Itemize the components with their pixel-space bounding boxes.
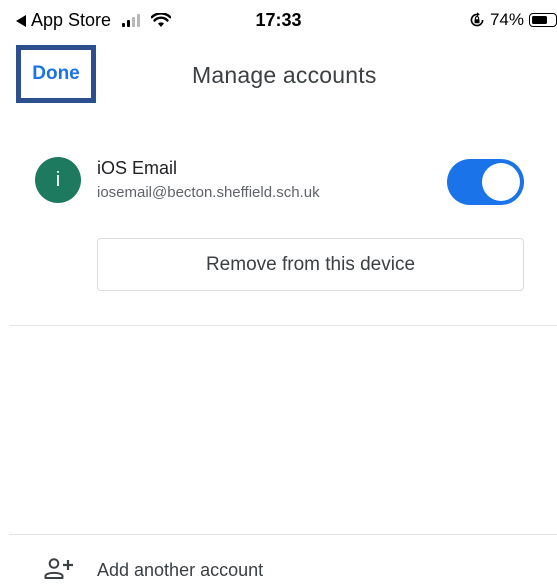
status-indicators: 74% [469, 10, 557, 30]
status-bar: App Store 17:33 74% [0, 0, 557, 44]
account-toggle[interactable] [447, 159, 524, 205]
add-person-icon [44, 558, 73, 579]
toggle-knob [482, 163, 520, 201]
add-another-account-button[interactable]: Add another account [0, 548, 557, 588]
remove-from-device-button[interactable]: Remove from this device [97, 238, 524, 291]
orientation-lock-icon [470, 12, 484, 27]
add-account-label: Add another account [97, 560, 264, 580]
avatar: i [35, 157, 81, 203]
divider [9, 534, 557, 535]
divider [9, 325, 557, 326]
done-button[interactable]: Done [16, 45, 96, 103]
account-name: iOS Email [97, 158, 178, 178]
page-title: Manage accounts [192, 62, 377, 88]
battery-percent: 74% [489, 10, 524, 29]
battery-fill [532, 16, 548, 24]
account-email: iosemail@becton.sheffield.sch.uk [97, 184, 320, 201]
battery-icon [529, 13, 557, 27]
